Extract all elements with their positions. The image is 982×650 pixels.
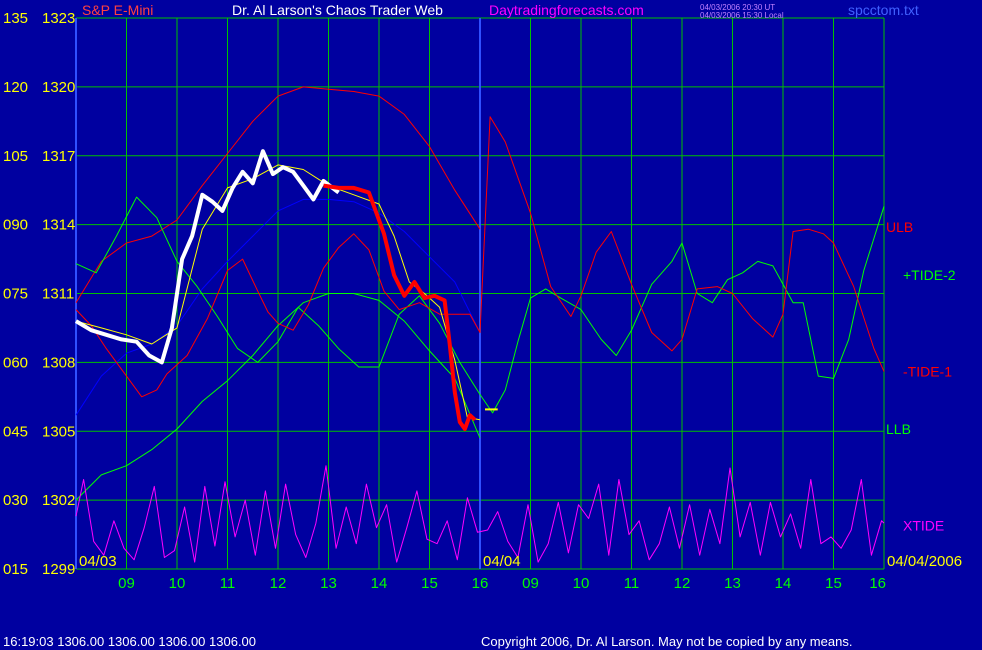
osc-tick-label: 090: [3, 217, 28, 234]
date-label: 04/04: [483, 553, 521, 570]
hour-label: 09: [118, 575, 135, 592]
hour-label: 09: [522, 575, 539, 592]
osc-tick-label: 135: [3, 10, 28, 27]
series-label: LLB: [886, 421, 911, 437]
hour-label: 14: [775, 575, 792, 592]
hour-label: 16: [869, 575, 886, 592]
hour-label: 12: [270, 575, 287, 592]
osc-tick-label: 075: [3, 286, 28, 303]
hour-label: 14: [371, 575, 388, 592]
site-link[interactable]: Daytradingforecasts.com: [489, 2, 644, 18]
osc-tick-label: 120: [3, 79, 28, 96]
series-label: -TIDE-1: [903, 364, 952, 380]
price-tick-label: 1302: [42, 492, 75, 509]
series-label: XTIDE: [903, 517, 944, 533]
hour-label: 15: [825, 575, 842, 592]
hour-label: 12: [674, 575, 691, 592]
chart: 135 1323120 1320105 1317090 1314075 1311060 13…: [3, 10, 962, 592]
hour-label: 11: [220, 575, 236, 592]
copyright-notice: Copyright 2006, Dr. Al Larson. May not b…: [481, 634, 853, 649]
series-label: +TIDE-2: [903, 267, 956, 283]
osc-tick-label: 015: [3, 561, 28, 578]
axis-labels: 135 1323120 1320105 1317090 1314075 1311060 13…: [3, 10, 962, 592]
hour-label: 15: [421, 575, 438, 592]
hour-label: 10: [573, 575, 590, 592]
series-label: ULB: [886, 219, 913, 235]
price-tick-label: 1311: [42, 286, 74, 303]
timestamp-local: 04/03/2006 15:30 Local: [700, 11, 784, 20]
series-price-down: [323, 183, 477, 431]
instrument-label: S&P E-Mini: [82, 2, 154, 18]
price-tick-label: 1305: [42, 423, 75, 440]
hour-label: 13: [724, 575, 741, 592]
quote-readout: 16:19:03 1306.00 1306.00 1306.00 1306.00: [3, 634, 257, 649]
price-tick-label: 1317: [42, 148, 75, 165]
osc-tick-label: 105: [3, 148, 28, 165]
hour-label: 16: [472, 575, 489, 592]
price-tick-label: 1323: [42, 10, 75, 27]
hour-label: 11: [624, 575, 640, 592]
price-tick-label: 1308: [42, 354, 75, 371]
osc-tick-label: 045: [3, 423, 28, 440]
hour-label: 13: [320, 575, 337, 592]
price-tick-label: 1314: [42, 217, 75, 234]
data-filename: spcctom.txt: [848, 2, 919, 18]
hour-label: 10: [169, 575, 186, 592]
osc-tick-label: 030: [3, 492, 28, 509]
grid: [75, 17, 885, 570]
chart-title: Dr. Al Larson's Chaos Trader Web: [232, 2, 443, 18]
osc-tick-label: 060: [3, 354, 28, 371]
date-label: 04/03: [79, 553, 117, 570]
series-price-up: [74, 149, 340, 365]
price-tick-label: 1320: [42, 79, 75, 96]
price-tick-label: 1299: [42, 561, 75, 578]
date-label: 04/04/2006: [887, 553, 962, 570]
